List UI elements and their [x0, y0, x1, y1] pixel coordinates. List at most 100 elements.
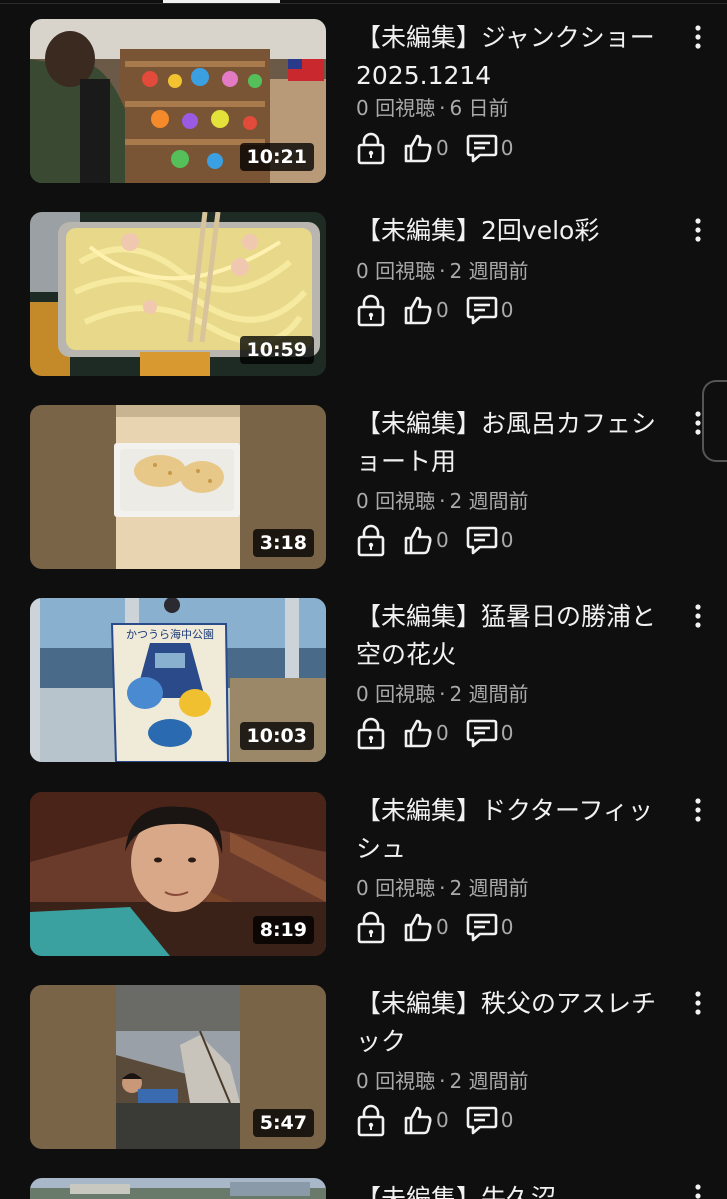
like-button[interactable]: 0: [402, 717, 449, 749]
comment-icon: [466, 913, 498, 942]
video-thumbnail[interactable]: 10:21: [30, 19, 326, 183]
like-button[interactable]: 0: [402, 132, 449, 164]
thumb-up-icon: [404, 296, 432, 325]
video-row[interactable]: 10:59 【未編集】2回velo彩 0 回視聴 · 2 週間前 0 0: [0, 212, 727, 376]
more-vert-icon[interactable]: [684, 796, 712, 824]
video-meta: 0 回視聴 · 2 週間前: [356, 682, 529, 706]
comment-count: 0: [500, 136, 514, 160]
like-button[interactable]: 0: [402, 911, 449, 943]
view-count: 0 回視聴: [356, 259, 436, 283]
more-vert-icon[interactable]: [684, 1182, 712, 1199]
video-duration: 5:47: [252, 1109, 314, 1137]
video-title[interactable]: 【未編集】猛暑日の勝浦と 空の花火: [356, 598, 676, 674]
video-actions: 0 0: [356, 131, 529, 165]
video-actions: 0 0: [356, 293, 529, 327]
video-title-line1: 【未編集】秩父のアスレチ: [356, 989, 657, 1018]
video-actions: 0 0: [356, 716, 529, 750]
video-title[interactable]: 【未編集】牛久沼: [356, 1180, 676, 1199]
like-count: 0: [436, 1108, 449, 1132]
video-thumbnail[interactable]: 8:19: [30, 792, 326, 956]
more-vert-icon[interactable]: [684, 602, 712, 630]
video-row[interactable]: 8:19 【未編集】ドクターフィッ シュ 0 回視聴 · 2 週間前 0 0: [0, 792, 727, 956]
video-title-line1: 【未編集】猛暑日の勝浦と: [356, 602, 657, 631]
visibility-private[interactable]: [356, 293, 386, 327]
video-meta: 0 回視聴 · 6 日前: [356, 96, 509, 120]
video-row[interactable]: 10:21 【未編集】ジャンクショー 2025.1214 0 回視聴 · 6 日前 0…: [0, 19, 727, 183]
view-count: 0 回視聴: [356, 489, 436, 513]
comments-button[interactable]: 0: [465, 132, 514, 164]
view-count: 0 回視聴: [356, 1069, 436, 1093]
thumbnail-image-lake: [30, 1178, 326, 1199]
visibility-private[interactable]: [356, 1103, 386, 1137]
like-button[interactable]: 0: [402, 524, 449, 556]
video-row[interactable]: かつうら海中公園 10:03 【未編集】猛暑日の勝浦と 空の花火 0 回視聴 · 2 …: [0, 598, 727, 762]
thumbnail-sign-text: かつうら海中公園: [126, 627, 214, 641]
comment-icon: [466, 719, 498, 748]
video-thumbnail[interactable]: 5:47: [30, 985, 326, 1149]
visibility-private[interactable]: [356, 523, 386, 557]
comment-count: 0: [500, 528, 514, 552]
comments-button[interactable]: 0: [465, 1104, 513, 1136]
upload-age: 2 週間前: [449, 489, 529, 513]
comments-button[interactable]: 0: [465, 524, 514, 556]
video-meta: 0 回視聴 · 2 週間前: [356, 876, 529, 900]
like-count: 0: [436, 136, 449, 160]
like-count: 0: [436, 915, 449, 939]
upload-age: 6 日前: [449, 96, 509, 120]
view-count: 0 回視聴: [356, 96, 436, 120]
view-count: 0 回視聴: [356, 876, 436, 900]
comment-icon: [466, 296, 498, 325]
video-actions: 0 0: [356, 910, 529, 944]
video-thumbnail[interactable]: 10:59: [30, 212, 326, 376]
video-title[interactable]: 【未編集】秩父のアスレチ ック: [356, 985, 676, 1061]
lock-icon: [357, 294, 385, 327]
video-thumbnail[interactable]: 3:18: [30, 405, 326, 569]
video-title-line1: 【未編集】お風呂カフェシ: [356, 409, 657, 438]
like-count: 0: [436, 528, 449, 552]
video-duration: 3:18: [252, 529, 314, 557]
lock-icon: [357, 524, 385, 557]
video-title[interactable]: 【未編集】2回velo彩: [356, 212, 676, 250]
upload-age: 2 週間前: [449, 1069, 529, 1093]
video-title[interactable]: 【未編集】ジャンクショー 2025.1214: [356, 19, 676, 95]
video-actions: 0 0: [356, 1103, 529, 1137]
video-thumbnail[interactable]: [30, 1178, 326, 1199]
visibility-private[interactable]: [356, 716, 386, 750]
visibility-private[interactable]: [356, 131, 386, 165]
video-row[interactable]: 【未編集】牛久沼: [0, 1178, 727, 1199]
comment-icon: [466, 526, 498, 555]
video-actions: 0 0: [356, 523, 529, 557]
like-button[interactable]: 0: [402, 294, 449, 326]
edge-panel-handle[interactable]: [702, 380, 727, 462]
upload-age: 2 週間前: [449, 682, 529, 706]
comments-button[interactable]: 0: [465, 911, 514, 943]
like-button[interactable]: 0: [402, 1104, 449, 1136]
comments-button[interactable]: 0: [465, 294, 514, 326]
video-title[interactable]: 【未編集】ドクターフィッ シュ: [356, 792, 676, 868]
video-title-line1: 【未編集】牛久沼: [356, 1184, 557, 1199]
video-duration: 8:19: [252, 916, 314, 944]
lock-icon: [357, 132, 385, 165]
comments-button[interactable]: 0: [465, 717, 513, 749]
video-thumbnail[interactable]: かつうら海中公園 10:03: [30, 598, 326, 762]
comment-count: 0: [500, 298, 514, 322]
more-vert-icon[interactable]: [684, 989, 712, 1017]
video-meta: 0 回視聴 · 2 週間前: [356, 489, 529, 513]
more-vert-icon[interactable]: [684, 216, 712, 244]
video-title-line1: 【未編集】ドクターフィッ: [356, 796, 654, 825]
video-row[interactable]: 5:47 【未編集】秩父のアスレチ ック 0 回視聴 · 2 週間前 0 0: [0, 985, 727, 1149]
video-duration: 10:03: [239, 722, 314, 750]
video-meta: 0 回視聴 · 2 週間前: [356, 1069, 529, 1093]
upload-age: 2 週間前: [449, 259, 529, 283]
more-vert-icon[interactable]: [684, 23, 712, 51]
video-title[interactable]: 【未編集】お風呂カフェシ ョート用: [356, 405, 676, 481]
lock-icon: [357, 911, 385, 944]
video-title-line2: シュ: [356, 834, 407, 863]
video-row[interactable]: 3:18 【未編集】お風呂カフェシ ョート用 0 回視聴 · 2 週間前 0 0: [0, 405, 727, 569]
video-title-line1: 【未編集】2回velo彩: [356, 216, 600, 245]
comment-icon: [466, 134, 498, 163]
visibility-private[interactable]: [356, 910, 386, 944]
comment-count: 0: [500, 915, 514, 939]
view-count: 0 回視聴: [356, 682, 436, 706]
video-title-line2: 空の花火: [356, 640, 457, 669]
